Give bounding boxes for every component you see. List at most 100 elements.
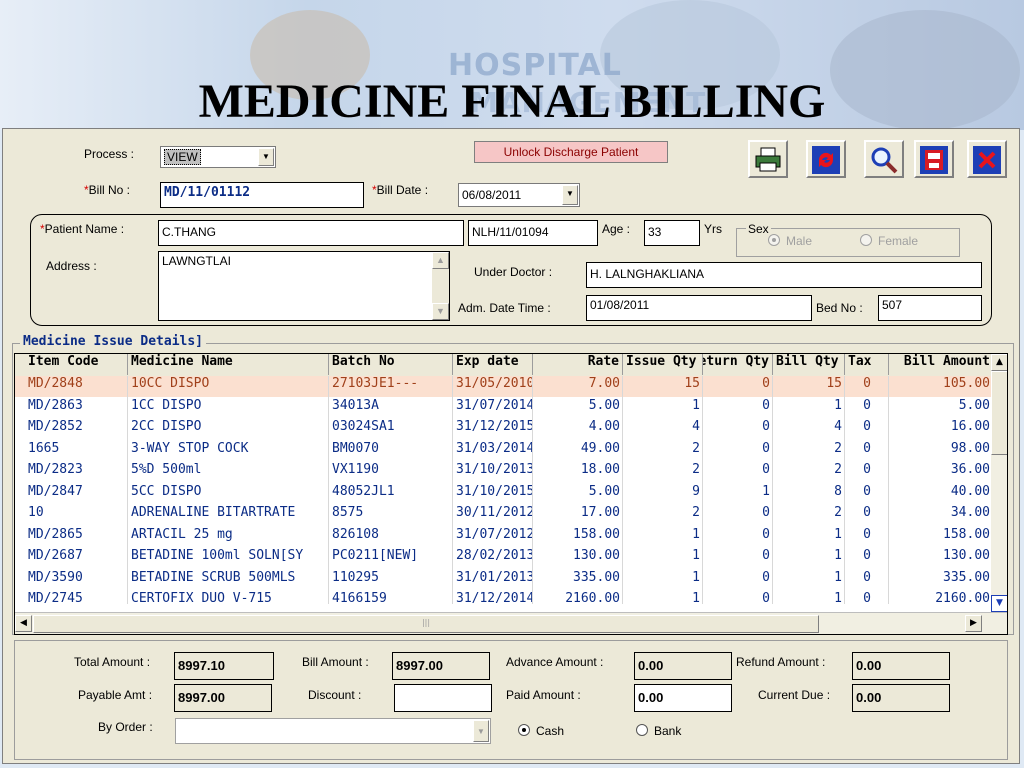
bill-date-value: 06/08/2011	[462, 188, 522, 202]
refresh-icon	[812, 146, 840, 174]
cell-bill-amount: 105.00	[943, 376, 990, 391]
cell-bill-amount: 36.00	[950, 462, 990, 477]
table-row[interactable]: MD/2865 ARTACIL 25 mg 826108 31/07/2012 158.…	[15, 527, 993, 548]
cell-batch-no: 34013A	[332, 397, 379, 413]
scroll-down-icon[interactable]: ▼	[991, 595, 1007, 612]
scroll-right-icon[interactable]: ▶	[965, 615, 982, 632]
cell-rate: 2160.00	[565, 591, 620, 606]
cell-return-qty: 0	[762, 505, 770, 520]
cell-rate: 7.00	[588, 376, 620, 391]
cell-bill-qty: 1	[834, 548, 842, 563]
cell-issue-qty: 2	[692, 440, 700, 456]
cell-medicine-name: 3-WAY STOP COCK	[131, 440, 249, 456]
cell-return-qty: 0	[762, 526, 770, 542]
chevron-down-icon[interactable]: ▼	[473, 720, 489, 742]
cell-item-code: MD/2847	[28, 483, 83, 499]
table-row[interactable]: MD/2847 5CC DISPO 48052JL1 31/10/2015 5.00 9 1…	[15, 484, 993, 505]
cell-bill-qty: 4	[834, 419, 842, 434]
unlock-discharge-patient-button[interactable]: Unlock Discharge Patient	[474, 141, 668, 163]
table-row[interactable]: MD/3590 BETADINE SCRUB 500MLS 110295 31/01/…	[15, 570, 993, 591]
header-item-code[interactable]: Item Code	[25, 354, 128, 375]
cell-batch-no: 03024SA1	[332, 419, 395, 434]
bed-no-label: Bed No :	[816, 301, 863, 315]
scroll-thumb[interactable]	[991, 371, 1007, 455]
cell-rate: 18.00	[580, 462, 620, 477]
bank-radio[interactable]: Bank	[636, 724, 681, 738]
cell-exp-date: 28/02/2013	[456, 548, 533, 563]
cell-bill-amount: 98.00	[950, 440, 990, 456]
refresh-button[interactable]	[806, 140, 846, 178]
cell-return-qty: 0	[762, 397, 770, 413]
cell-issue-qty: 1	[692, 569, 700, 585]
cell-bill-amount: 5.00	[958, 397, 990, 413]
cell-batch-no: 110295	[332, 569, 379, 585]
cell-exp-date: 30/11/2012	[456, 505, 533, 520]
bed-no-field[interactable]: 507	[878, 295, 982, 321]
cell-rate: 335.00	[573, 569, 620, 585]
header-bill-qty[interactable]: Bill Qty	[773, 354, 845, 375]
age-field[interactable]: 33	[644, 220, 700, 246]
header-issue-qty[interactable]: Issue Qty	[623, 354, 703, 375]
cell-bill-amount: 335.00	[943, 569, 990, 585]
scroll-left-icon[interactable]: ◀	[15, 615, 32, 632]
print-button[interactable]	[748, 140, 788, 178]
cell-issue-qty: 1	[692, 548, 700, 563]
sex-female-radio[interactable]: Female	[860, 234, 918, 248]
grid-column-divider	[452, 376, 453, 604]
grid-vertical-scrollbar[interactable]: ▲ ▼	[991, 354, 1007, 612]
cell-item-code: MD/2745	[28, 591, 83, 606]
header-bill-amount[interactable]: Bill Amount	[889, 354, 993, 375]
address-field[interactable]: LAWNGTLAI ▲ ▼	[158, 251, 450, 321]
header-tax[interactable]: Tax	[845, 354, 889, 375]
table-row[interactable]: MD/2852 2CC DISPO 03024SA1 31/12/2015 4.00 4 0…	[15, 419, 993, 440]
bill-no-field[interactable]: MD/11/01112	[160, 182, 364, 208]
process-label: Process :	[84, 147, 135, 161]
sex-male-radio[interactable]: Male	[768, 234, 812, 248]
save-button[interactable]	[914, 140, 954, 178]
cell-item-code: MD/2865	[28, 526, 83, 542]
cell-exp-date: 31/10/2013	[456, 462, 533, 477]
table-row[interactable]: 10 ADRENALINE BITARTRATE 8575 30/11/2012 17.…	[15, 505, 993, 526]
header-rate[interactable]: Rate	[533, 354, 623, 375]
close-button[interactable]	[967, 140, 1007, 178]
radio-icon	[636, 724, 648, 736]
chevron-down-icon[interactable]: ▼	[258, 148, 274, 166]
table-row[interactable]: MD/2823 5%D 500ml VX1190 31/10/2013 18.00 2 0 2…	[15, 462, 993, 483]
discount-field[interactable]	[394, 684, 492, 712]
grid-horizontal-scrollbar[interactable]: ◀ ||| ▶	[15, 612, 1007, 634]
cash-radio[interactable]: Cash	[518, 724, 564, 738]
medicine-grid[interactable]: Item Code Medicine Name Batch No Exp dat…	[14, 353, 1008, 635]
chevron-down-icon[interactable]: ▼	[562, 185, 578, 205]
cell-item-code: 10	[28, 505, 44, 520]
cell-issue-qty: 4	[692, 419, 700, 434]
cell-issue-qty: 9	[692, 483, 700, 499]
cell-rate: 49.00	[580, 440, 620, 456]
address-scrollbar[interactable]: ▲ ▼	[432, 252, 449, 320]
scroll-thumb[interactable]: |||	[33, 615, 819, 633]
under-doctor-field[interactable]: H. LALNGHAKLIANA	[586, 262, 982, 288]
scroll-down-icon[interactable]: ▼	[432, 303, 449, 320]
scroll-up-icon[interactable]: ▲	[991, 354, 1007, 371]
cell-exp-date: 31/12/2015	[456, 419, 533, 434]
table-row[interactable]: MD/2745 CERTOFIX DUO V-715 4166159 31/12/20…	[15, 591, 993, 612]
paid-amount-field[interactable]: 0.00	[634, 684, 732, 712]
table-row[interactable]: MD/2848 10CC DISPO 27103JE1--- 31/05/2010 7.…	[15, 376, 993, 397]
patient-name-field[interactable]: C.THANG	[158, 220, 464, 246]
bill-date-picker[interactable]: 06/08/2011 ▼	[458, 183, 580, 207]
cell-bill-qty: 1	[834, 591, 842, 606]
header-medicine-name[interactable]: Medicine Name	[128, 354, 329, 375]
header-batch-no[interactable]: Batch No	[329, 354, 453, 375]
search-button[interactable]	[864, 140, 904, 178]
table-row[interactable]: MD/2863 1CC DISPO 34013A 31/07/2014 5.00 1 0 1 0…	[15, 398, 993, 419]
by-order-dropdown[interactable]: ▼	[175, 718, 491, 744]
header-exp-date[interactable]: Exp date	[453, 354, 533, 375]
header-return-qty[interactable]: Return Qty	[703, 354, 773, 375]
process-dropdown[interactable]: VIEW ▼	[160, 146, 276, 168]
table-row[interactable]: 1665 3-WAY STOP COCK BM0070 31/03/2014 49.00…	[15, 441, 993, 462]
cell-return-qty: 0	[762, 462, 770, 477]
cell-exp-date: 31/01/2013	[456, 569, 533, 585]
scroll-up-icon[interactable]: ▲	[432, 252, 449, 269]
table-row[interactable]: MD/2687 BETADINE 100ml SOLN[SY PC0211[NEW]…	[15, 548, 993, 569]
patient-id-field[interactable]: NLH/11/01094	[468, 220, 598, 246]
adm-date-field[interactable]: 01/08/2011	[586, 295, 812, 321]
